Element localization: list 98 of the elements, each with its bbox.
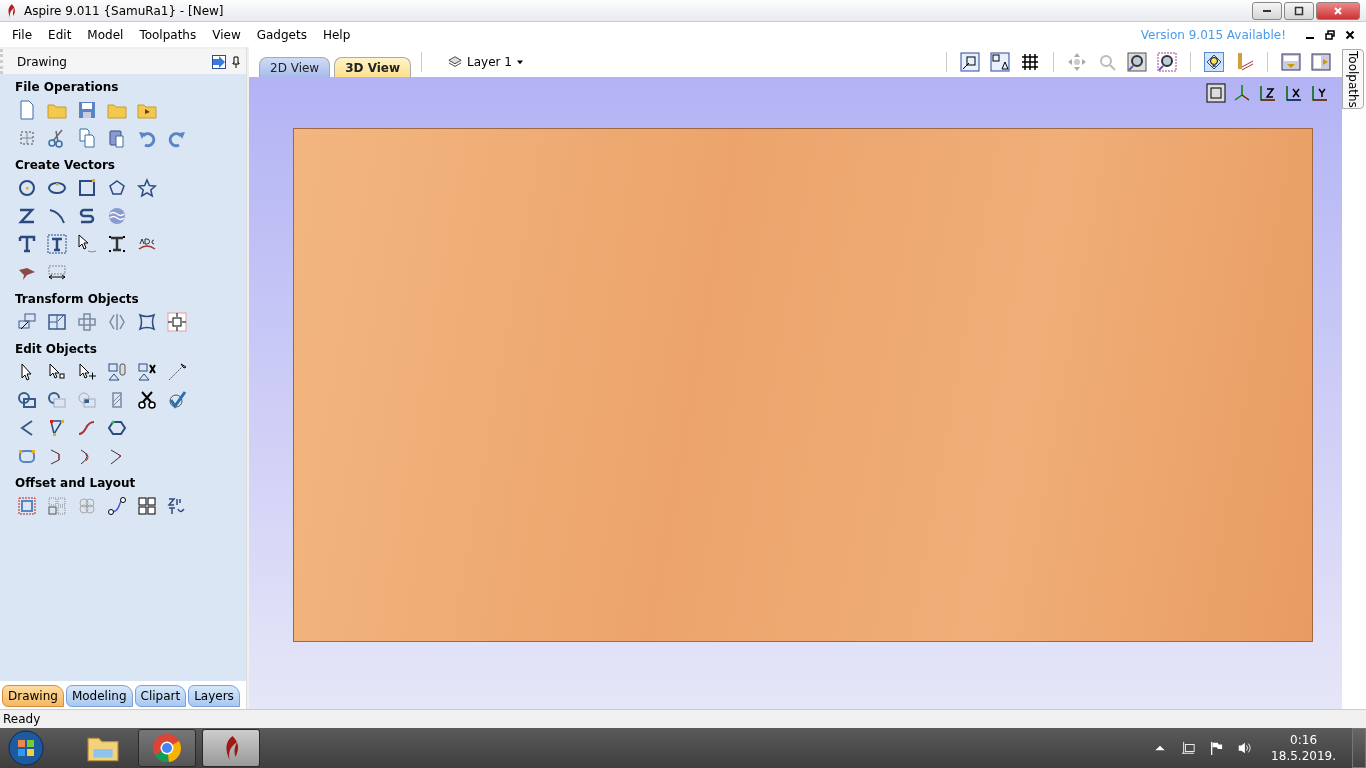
restore-icon[interactable]: [1325, 29, 1335, 40]
center-icon[interactable]: [167, 312, 187, 332]
panel-tab[interactable]: Layers: [188, 685, 240, 707]
zoom-icon[interactable]: [1127, 52, 1147, 72]
node-edit-icon[interactable]: [47, 362, 67, 382]
view-tab[interactable]: 3D View: [334, 57, 412, 77]
check-icon[interactable]: [167, 390, 187, 410]
close-icon: [1333, 5, 1343, 16]
menu-item[interactable]: Model: [79, 25, 132, 44]
pointer-text-icon[interactable]: [77, 234, 97, 254]
panel-tab[interactable]: Modeling: [65, 685, 133, 707]
mirror-icon[interactable]: [107, 312, 127, 332]
panel-tab[interactable]: Clipart: [134, 685, 187, 707]
arc-icon[interactable]: [47, 206, 67, 226]
save-icon[interactable]: [77, 100, 97, 120]
section-title: Create Vectors: [15, 158, 116, 172]
rectangle-icon[interactable]: [77, 178, 97, 198]
lightbulb-icon[interactable]: [1204, 52, 1224, 72]
polyline-icon[interactable]: [17, 206, 37, 226]
zoom-extents-icon[interactable]: [960, 52, 980, 72]
intersect-icon[interactable]: [77, 390, 97, 410]
clock-time: 0:16: [1290, 732, 1318, 748]
weld-icon[interactable]: [17, 390, 37, 410]
move-icon[interactable]: [17, 312, 37, 332]
dimension-icon[interactable]: [47, 262, 67, 282]
x-axis-icon[interactable]: [1284, 83, 1304, 103]
align-icon[interactable]: [77, 312, 97, 332]
flame-logo-icon: [6, 3, 16, 18]
network-icon[interactable]: [1181, 741, 1196, 755]
section-title: File Operations: [15, 80, 120, 94]
panel-left-icon[interactable]: [1281, 52, 1301, 72]
text-layout-icon[interactable]: [167, 496, 187, 516]
circle-icon[interactable]: [17, 178, 37, 198]
fit-view-icon[interactable]: [990, 52, 1010, 72]
text-box-icon[interactable]: [47, 234, 67, 254]
view-tab[interactable]: 2D View: [259, 57, 331, 77]
maximize-icon: [1294, 5, 1304, 16]
ungroup-icon[interactable]: [137, 362, 157, 382]
close-button[interactable]: [1316, 1, 1360, 20]
layers-icon: [448, 55, 463, 69]
browser-taskbar-button[interactable]: [138, 729, 196, 767]
status-text: Ready: [3, 712, 41, 726]
star-icon[interactable]: [137, 178, 157, 198]
menu-item[interactable]: Help: [314, 25, 359, 44]
minimize-icon: [1263, 9, 1271, 12]
panel-tab[interactable]: Drawing: [2, 685, 64, 707]
text-resize-icon[interactable]: [107, 234, 127, 254]
window-title: Aspire 9.011 {SamuRa1} - [New]: [24, 3, 224, 18]
path-array-icon[interactable]: [107, 496, 127, 516]
clock[interactable]: 0:16 18.5.2019.: [1271, 732, 1336, 764]
paste-icon[interactable]: [107, 128, 127, 148]
section-title: Edit Objects: [15, 342, 98, 356]
polygon-icon[interactable]: [107, 178, 127, 198]
aspire-taskbar-button[interactable]: [202, 729, 260, 767]
menu-item[interactable]: File: [4, 25, 41, 44]
measure-icon[interactable]: [167, 362, 187, 382]
group-icon[interactable]: [107, 362, 127, 382]
z-axis-icon[interactable]: [1258, 83, 1278, 103]
maximize-button[interactable]: [1284, 1, 1314, 20]
speaker-icon[interactable]: [1237, 741, 1252, 755]
frame-view-icon[interactable]: [1206, 83, 1226, 103]
browser-logo-icon: [152, 733, 182, 763]
y-axis-icon[interactable]: [1310, 83, 1330, 103]
join-icon[interactable]: [107, 418, 127, 438]
grid-icon[interactable]: [1020, 52, 1040, 72]
close-icon[interactable]: [1345, 29, 1355, 40]
offset-icon[interactable]: [17, 496, 37, 516]
start-button-icon[interactable]: [8, 730, 44, 766]
iso-axes-icon[interactable]: [1232, 83, 1252, 103]
panel-title: Drawing: [17, 54, 68, 69]
copy-icon[interactable]: [77, 128, 97, 148]
distort-icon[interactable]: [137, 312, 157, 332]
minimize-button[interactable]: [1252, 1, 1282, 20]
panel-right-icon[interactable]: [1311, 52, 1331, 72]
wave-pattern-icon[interactable]: [107, 206, 127, 226]
subtract-icon[interactable]: [47, 390, 67, 410]
nesting-icon[interactable]: [137, 496, 157, 516]
menu-item[interactable]: Toolpaths: [131, 25, 205, 44]
pin-icon[interactable]: [232, 55, 240, 68]
section-title: Offset and Layout: [15, 476, 137, 490]
flag-icon[interactable]: [1209, 741, 1224, 755]
scale-icon[interactable]: [47, 312, 67, 332]
section-title: Transform Objects: [15, 292, 140, 306]
spline-icon[interactable]: [77, 418, 97, 438]
dock-arrow-icon[interactable]: [212, 54, 226, 69]
trim-scissors-icon[interactable]: [137, 390, 157, 410]
s-curve-icon[interactable]: [77, 206, 97, 226]
text-icon[interactable]: [17, 234, 37, 254]
clock-date: 18.5.2019.: [1271, 748, 1336, 764]
move-arrow-icon[interactable]: [77, 362, 97, 382]
side-tab[interactable]: Toolpaths: [1342, 49, 1364, 109]
zoom-selection-icon[interactable]: [1157, 52, 1177, 72]
caret-icon: [517, 59, 523, 65]
node-polygon-icon[interactable]: [47, 418, 67, 438]
menu-item[interactable]: Edit: [40, 25, 80, 44]
layer-dropdown[interactable]: Layer 1: [442, 54, 529, 70]
menu-item[interactable]: Gadgets: [248, 25, 315, 44]
menu-item[interactable]: View: [204, 25, 249, 44]
